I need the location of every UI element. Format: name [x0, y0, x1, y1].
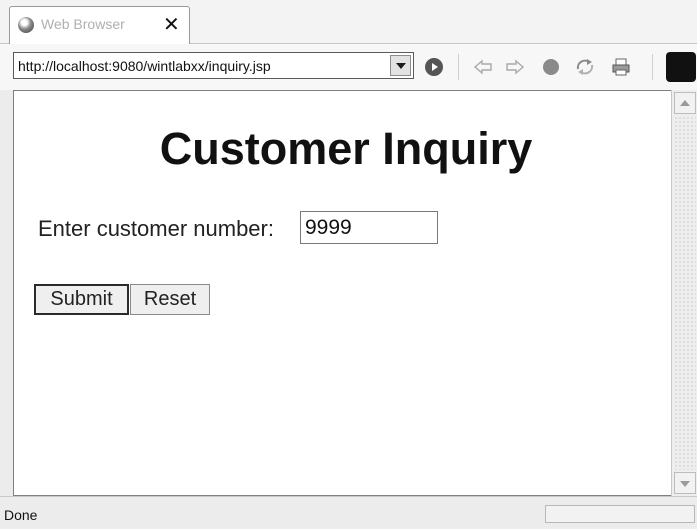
refresh-icon[interactable]: [574, 56, 596, 78]
tab-label: Web Browser: [41, 16, 125, 32]
toolbar-divider: [652, 54, 653, 80]
scroll-track[interactable]: [674, 116, 696, 470]
web-content: Customer Inquiry Enter customer number: …: [13, 90, 671, 496]
progress-bar: [545, 505, 695, 523]
customer-number-label: Enter customer number:: [38, 216, 274, 241]
url-input[interactable]: http://localhost:9080/wintlabxx/inquiry.…: [18, 58, 271, 74]
stop-icon[interactable]: [540, 56, 562, 78]
go-icon[interactable]: [423, 56, 445, 78]
chevron-down-icon[interactable]: [390, 55, 411, 76]
close-icon[interactable]: ✕: [163, 12, 180, 36]
vertical-scrollbar[interactable]: [671, 90, 697, 496]
customer-number-input[interactable]: [300, 211, 438, 244]
tab-web-browser[interactable]: Web Browser ✕: [9, 6, 190, 44]
forward-icon[interactable]: [504, 56, 526, 78]
browser-window: Web Browser ✕ http://localhost:9080/wint…: [0, 0, 697, 529]
browser-toolbar: http://localhost:9080/wintlabxx/inquiry.…: [0, 44, 697, 90]
url-combobox[interactable]: http://localhost:9080/wintlabxx/inquiry.…: [13, 52, 414, 79]
toolbar-extra-button[interactable]: [666, 52, 696, 82]
scroll-down-icon[interactable]: [674, 472, 696, 494]
status-text: Done: [4, 507, 38, 523]
tab-strip: Web Browser ✕: [0, 0, 697, 44]
print-icon[interactable]: [610, 56, 632, 78]
reset-button[interactable]: Reset: [130, 284, 210, 315]
toolbar-divider: [458, 54, 459, 80]
globe-icon: [18, 17, 34, 33]
submit-button[interactable]: Submit: [34, 284, 129, 315]
back-icon[interactable]: [472, 56, 494, 78]
scroll-up-icon[interactable]: [674, 92, 696, 114]
status-bar: Done: [0, 496, 697, 529]
page-title: Customer Inquiry: [159, 123, 533, 174]
